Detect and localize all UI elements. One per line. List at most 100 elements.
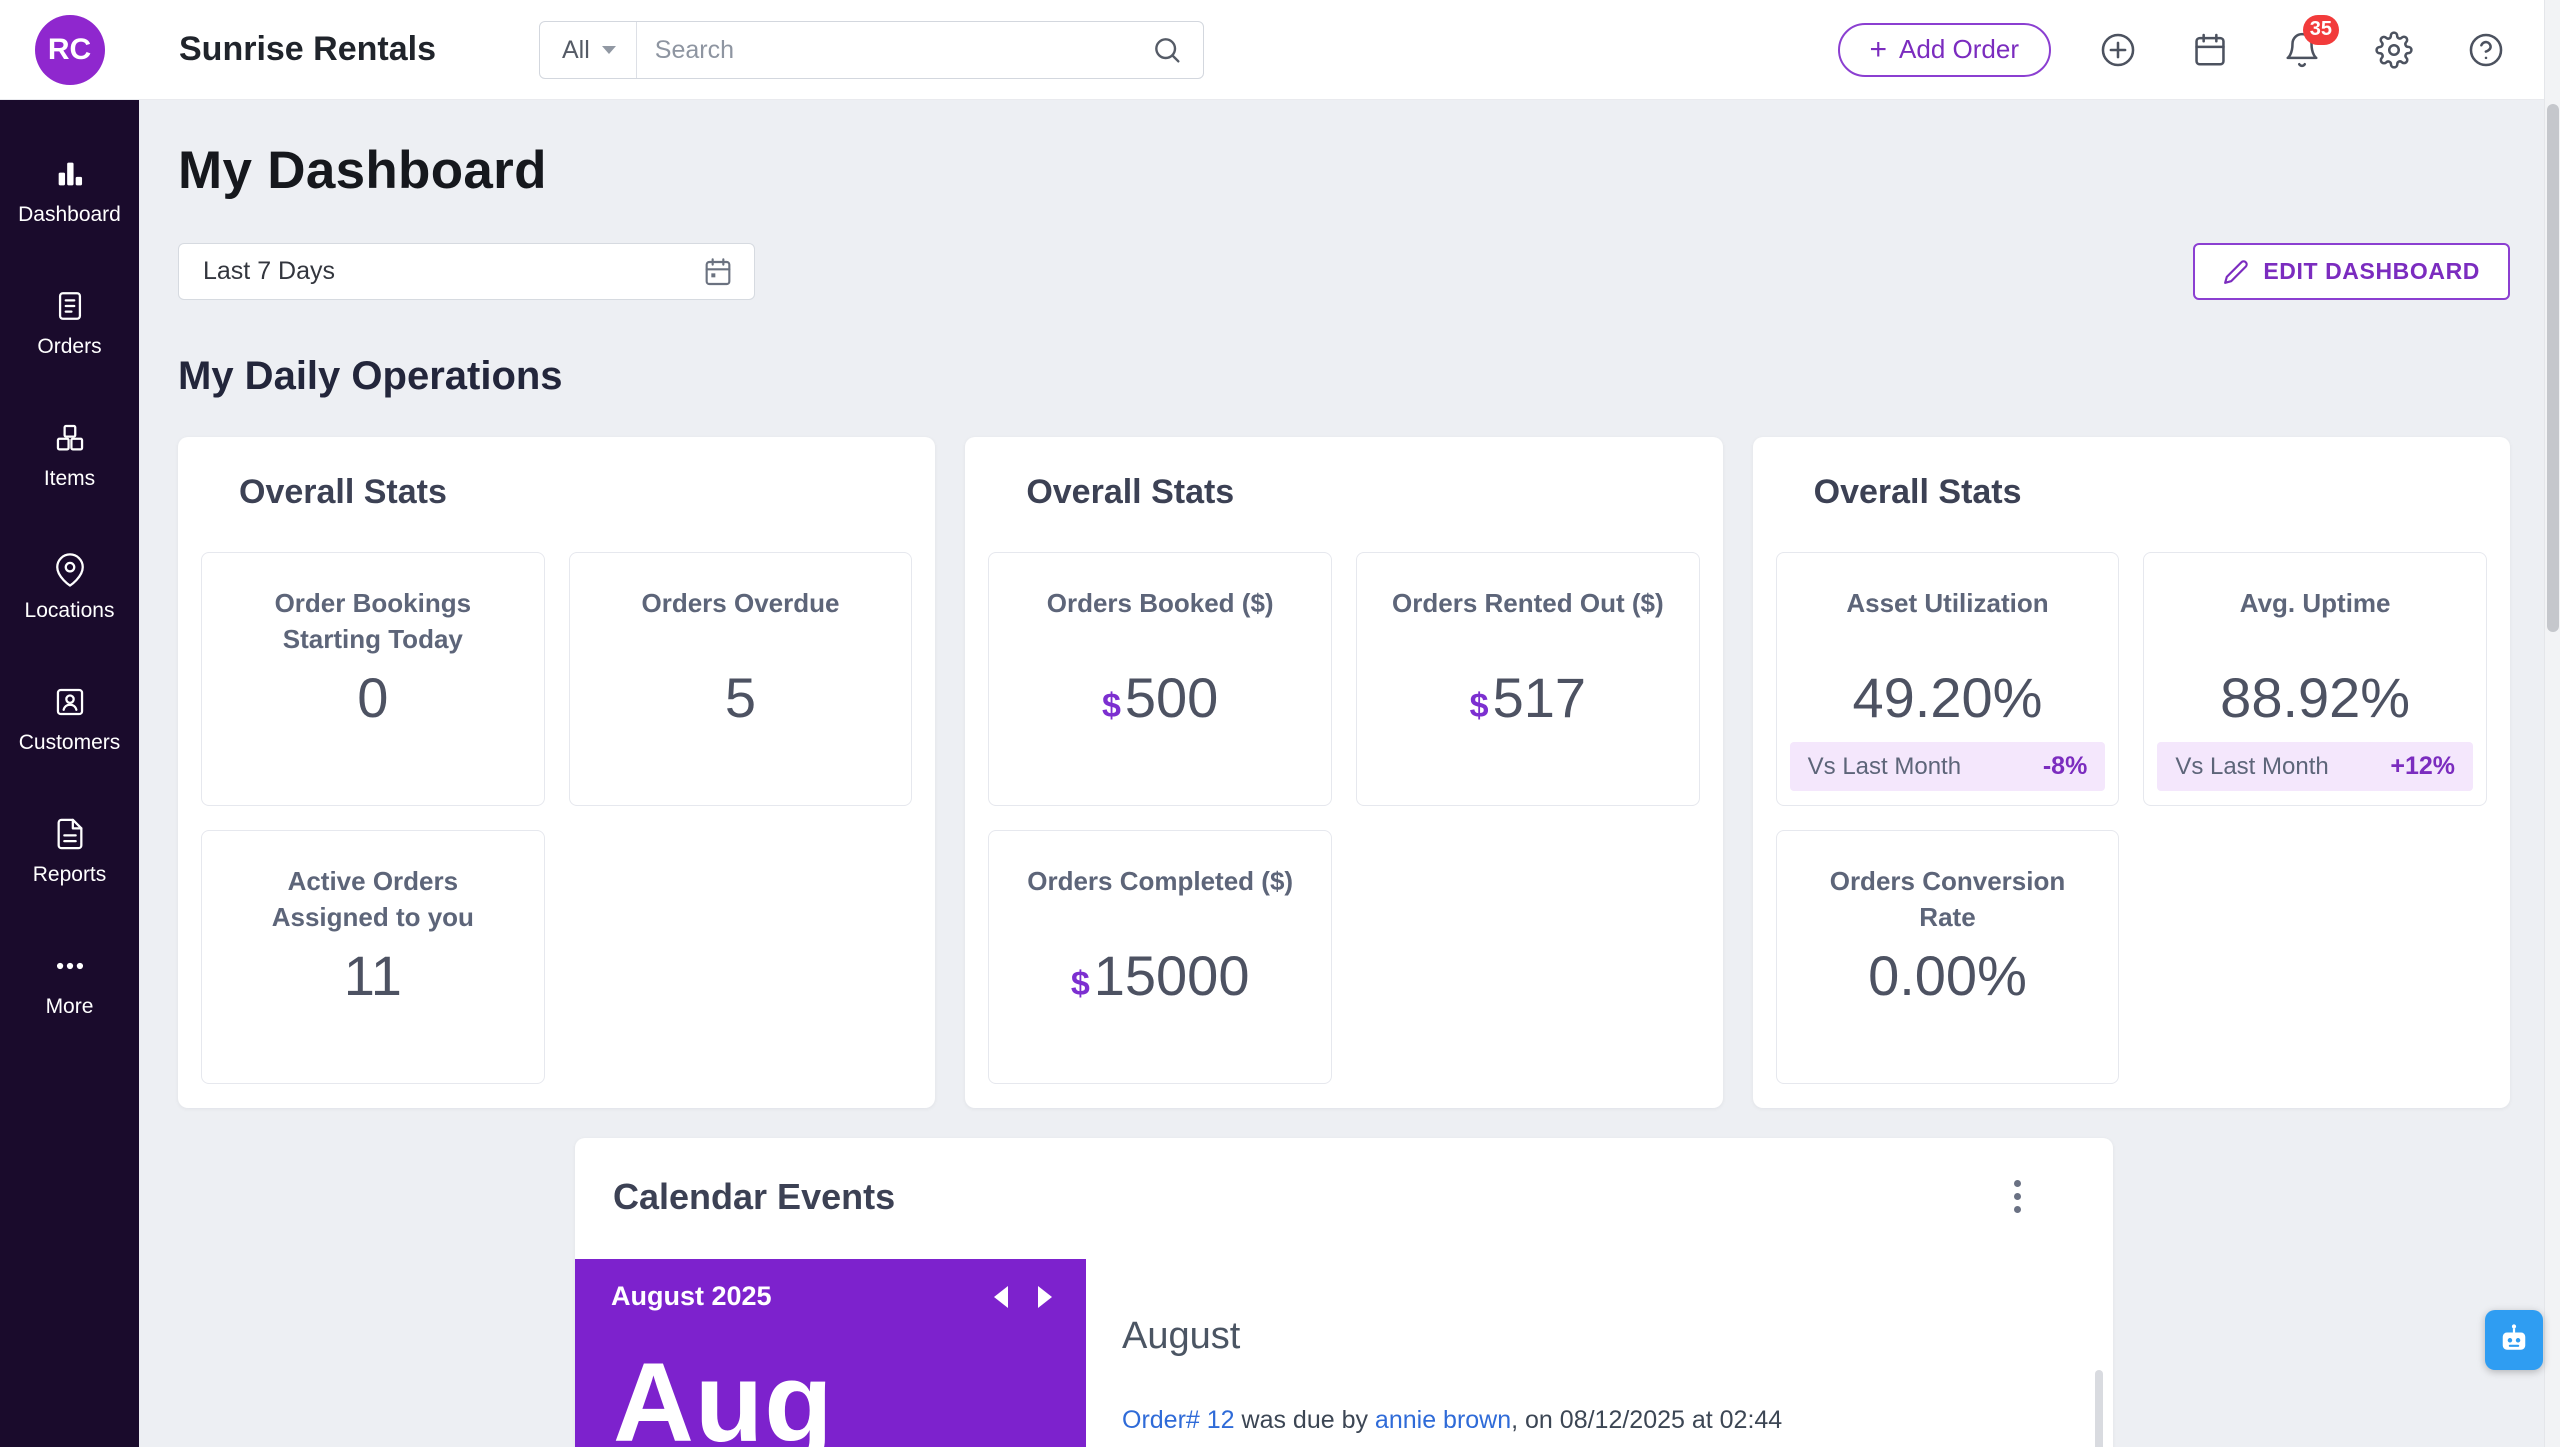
stat-tile-orders-conversion-rate: Orders Conversion Rate 0.00% — [1775, 830, 2120, 1084]
notification-badge: 35 — [2302, 14, 2339, 45]
sidebar-item-more[interactable]: More — [0, 918, 139, 1050]
stat-value: 11 — [343, 944, 402, 1007]
compare-label: Vs Last Month — [1807, 752, 1962, 780]
topbar: RC Sunrise Rentals All + Add Order — [0, 0, 2560, 100]
search-button[interactable] — [1131, 34, 1203, 66]
sidebar-label-items: Items — [43, 467, 96, 490]
stat-label: Orders Overdue — [641, 588, 840, 618]
customers-icon — [53, 685, 87, 719]
notifications-button[interactable]: 35 — [2283, 14, 2339, 69]
next-month-button[interactable] — [1034, 1282, 1056, 1312]
topbar-actions: + Add Order 35 — [1837, 14, 2505, 77]
month-short-name: Aug — [613, 1340, 834, 1447]
triangle-left-icon — [994, 1285, 1008, 1308]
calendar-icon — [2191, 31, 2229, 69]
sidebar-item-reports[interactable]: Reports — [0, 786, 139, 918]
sidebar-item-orders[interactable]: Orders — [0, 258, 139, 390]
main-content: My Dashboard Last 7 Days EDIT DASHBOARD … — [139, 100, 2560, 1447]
calendar-events-title: Calendar Events — [613, 1175, 896, 1217]
stat-tile-orders-booked: Orders Booked ($) $500 — [988, 552, 1332, 806]
settings-button[interactable] — [2375, 30, 2413, 69]
help-button[interactable] — [2467, 31, 2505, 69]
dashboard-controls: Last 7 Days EDIT DASHBOARD — [178, 243, 2510, 300]
stat-tile-asset-utilization: Asset Utilization 49.20% Vs Last Month -… — [1775, 552, 2120, 806]
customer-link[interactable]: annie brown — [1375, 1406, 1511, 1434]
gear-icon — [2375, 30, 2413, 69]
date-range-picker[interactable]: Last 7 Days — [178, 243, 755, 300]
page-title: My Dashboard — [178, 141, 547, 200]
compare-label: Vs Last Month — [2175, 752, 2329, 780]
edit-dashboard-label: EDIT DASHBOARD — [2263, 258, 2480, 284]
search-filter-dropdown[interactable]: All — [540, 22, 637, 78]
calendar-icon — [702, 256, 734, 288]
locations-icon — [53, 553, 87, 587]
help-icon — [2467, 31, 2505, 69]
stats-cards-row: Overall Stats Order Bookings Starting To… — [178, 437, 2510, 1108]
quick-add-button[interactable] — [2099, 31, 2137, 69]
sidebar-label-customers: Customers — [18, 731, 121, 754]
events-scrollbar[interactable] — [2095, 1370, 2103, 1447]
avatar[interactable]: RC — [34, 14, 105, 85]
order-link[interactable]: Order# 12 — [1122, 1406, 1235, 1434]
event-text: , on 08/12/2025 at 02:44 — [1511, 1406, 1783, 1434]
calendar-events-body: August 2025 Aug August Order# 12 was due… — [575, 1259, 2113, 1447]
sidebar-item-dashboard[interactable]: Dashboard — [0, 126, 139, 258]
search-filter-label: All — [562, 35, 590, 64]
stat-tile-orders-overdue: Orders Overdue 5 — [568, 552, 913, 806]
stat-label: Orders Rented Out ($) — [1392, 588, 1664, 618]
calendar-button[interactable] — [2191, 31, 2229, 69]
company-name: Sunrise Rentals — [179, 30, 436, 68]
kebab-dot — [2014, 1180, 2021, 1187]
add-order-button[interactable]: + Add Order — [1837, 22, 2051, 77]
month-header: August 2025 — [575, 1259, 1086, 1312]
currency-symbol: $ — [1469, 687, 1489, 725]
sidebar-item-locations[interactable]: Locations — [0, 522, 139, 654]
currency-symbol: $ — [1070, 965, 1090, 1003]
stat-label: Orders Booked ($) — [1046, 588, 1274, 618]
chatbot-button[interactable] — [2485, 1310, 2543, 1370]
page-scrollbar-thumb[interactable] — [2547, 104, 2559, 632]
sidebar-item-items[interactable]: Items — [0, 390, 139, 522]
robot-icon — [2496, 1322, 2532, 1358]
overall-stats-card-2: Overall Stats Orders Booked ($) $500 Ord… — [965, 437, 1723, 1108]
more-dots-icon — [53, 949, 87, 983]
sidebar-label-dashboard: Dashboard — [18, 203, 121, 226]
orders-icon — [53, 289, 87, 323]
stat-label: Avg. Uptime — [2239, 588, 2391, 618]
month-nav — [990, 1282, 1056, 1312]
currency-symbol: $ — [1101, 687, 1121, 725]
kebab-menu-button[interactable] — [2008, 1174, 2027, 1219]
items-icon — [53, 421, 87, 455]
card-title: Overall Stats — [1813, 473, 2022, 511]
kebab-dot — [2014, 1206, 2021, 1213]
stat-label: Active Orders Assigned to you — [271, 866, 474, 933]
month-label: August 2025 — [611, 1281, 772, 1311]
stat-value: 88.92% — [2220, 666, 2411, 729]
sidebar-label-reports: Reports — [32, 863, 107, 886]
previous-month-button[interactable] — [990, 1282, 1012, 1312]
sidebar-label-orders: Orders — [37, 335, 102, 358]
stat-value: 49.20% — [1852, 666, 2043, 729]
sidebar-label-more: More — [45, 995, 94, 1018]
event-item: Order# 12 was due by annie brown, on 08/… — [1122, 1402, 2073, 1440]
date-range-value: Last 7 Days — [203, 257, 336, 285]
calendar-month-block: August 2025 Aug — [575, 1259, 1086, 1447]
stat-tiles: Orders Booked ($) $500 Orders Rented Out… — [988, 552, 1700, 1084]
app-root: RC Sunrise Rentals All + Add Order — [0, 0, 2560, 1447]
stat-value: $517 — [1469, 666, 1586, 729]
stat-label: Orders Conversion Rate — [1829, 866, 2066, 933]
calendar-events-card: Calendar Events August 2025 Aug August O… — [575, 1138, 2113, 1447]
edit-dashboard-button[interactable]: EDIT DASHBOARD — [2193, 243, 2510, 300]
stat-value: 5 — [724, 666, 757, 729]
search-input[interactable] — [636, 35, 1131, 65]
stat-label: Asset Utilization — [1846, 588, 2049, 618]
events-month-heading: August — [1122, 1315, 1241, 1357]
sidebar-item-customers[interactable]: Customers — [0, 654, 139, 786]
stat-tile-active-orders-assigned: Active Orders Assigned to you 11 — [201, 830, 545, 1084]
stat-label: Order Bookings Starting Today — [274, 588, 472, 655]
vs-last-month-row: Vs Last Month +12% — [2157, 742, 2473, 791]
compare-value: -8% — [2042, 752, 2088, 780]
add-order-label: Add Order — [1899, 34, 2019, 64]
stat-tile-orders-rented-out: Orders Rented Out ($) $517 — [1355, 552, 1700, 806]
page-scrollbar[interactable] — [2544, 0, 2560, 1447]
